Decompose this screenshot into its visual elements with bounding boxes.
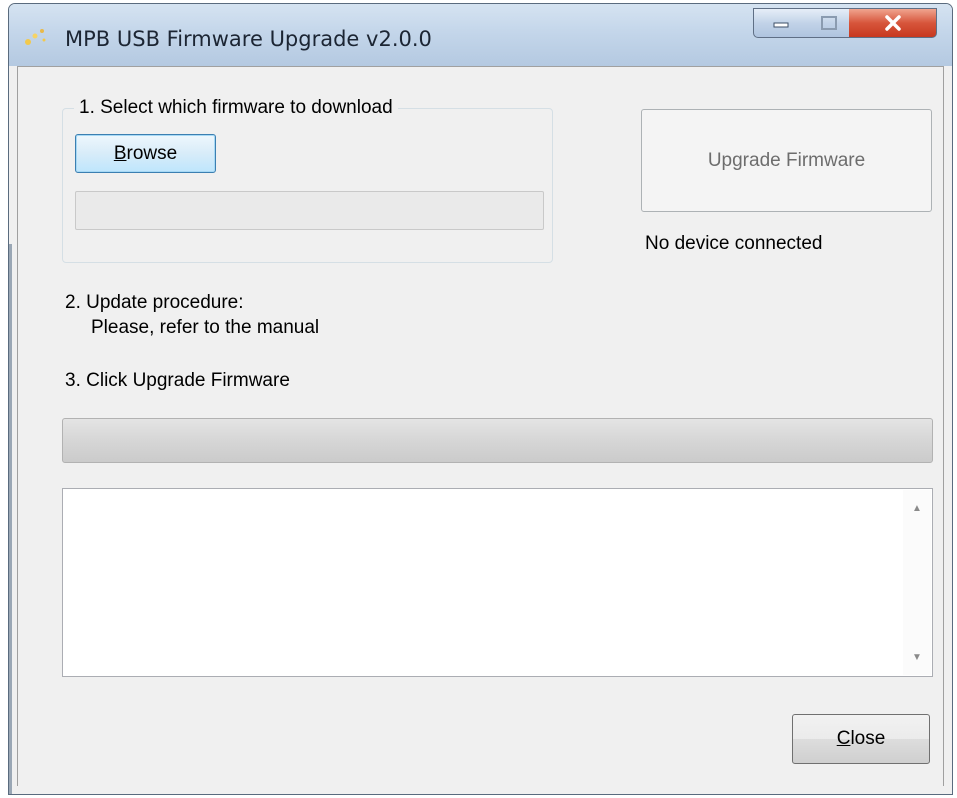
- minimize-button[interactable]: [753, 8, 809, 38]
- window-left-edge: [9, 244, 12, 794]
- firmware-file-path-field[interactable]: [75, 191, 544, 230]
- log-scrollbar[interactable]: ▲ ▼: [903, 490, 931, 675]
- browse-button-mnemonic: B: [113, 142, 127, 164]
- upgrade-progress-bar: [62, 418, 933, 463]
- close-icon: [884, 15, 901, 31]
- close-window-button[interactable]: [849, 8, 937, 38]
- scroll-up-icon[interactable]: ▲: [903, 494, 931, 522]
- firmware-select-group: 1. Select which firmware to download Bro…: [62, 97, 553, 263]
- title-bar[interactable]: MPB USB Firmware Upgrade v2.0.0: [9, 4, 952, 66]
- browse-button-label: rowse: [126, 142, 178, 164]
- firmware-select-group-title: 1. Select which firmware to download: [74, 97, 398, 119]
- step2-manual-note: Please, refer to the manual: [91, 317, 320, 338]
- minimize-icon: [773, 22, 789, 28]
- window-title: MPB USB Firmware Upgrade v2.0.0: [65, 27, 432, 51]
- device-status-text: No device connected: [645, 233, 823, 254]
- app-window: MPB USB Firmware Upgrade v2.0.0 1. Selec…: [8, 3, 953, 795]
- close-button-label: lose: [850, 728, 886, 749]
- dialog-body: 1. Select which firmware to download Bro…: [17, 66, 944, 786]
- scroll-down-icon[interactable]: ▼: [903, 643, 931, 671]
- close-button[interactable]: Close: [792, 714, 930, 764]
- log-output-textarea[interactable]: ▲ ▼: [62, 488, 933, 677]
- close-button-mnemonic: C: [836, 728, 851, 749]
- maximize-button[interactable]: [808, 8, 850, 38]
- upgrade-firmware-button[interactable]: Upgrade Firmware: [641, 109, 932, 212]
- step3-label: 3. Click Upgrade Firmware: [65, 370, 290, 391]
- app-sparkle-icon: [25, 29, 46, 45]
- maximize-icon: [820, 16, 837, 30]
- browse-button[interactable]: Browse: [75, 134, 216, 173]
- step2-label: 2. Update procedure:: [65, 292, 244, 313]
